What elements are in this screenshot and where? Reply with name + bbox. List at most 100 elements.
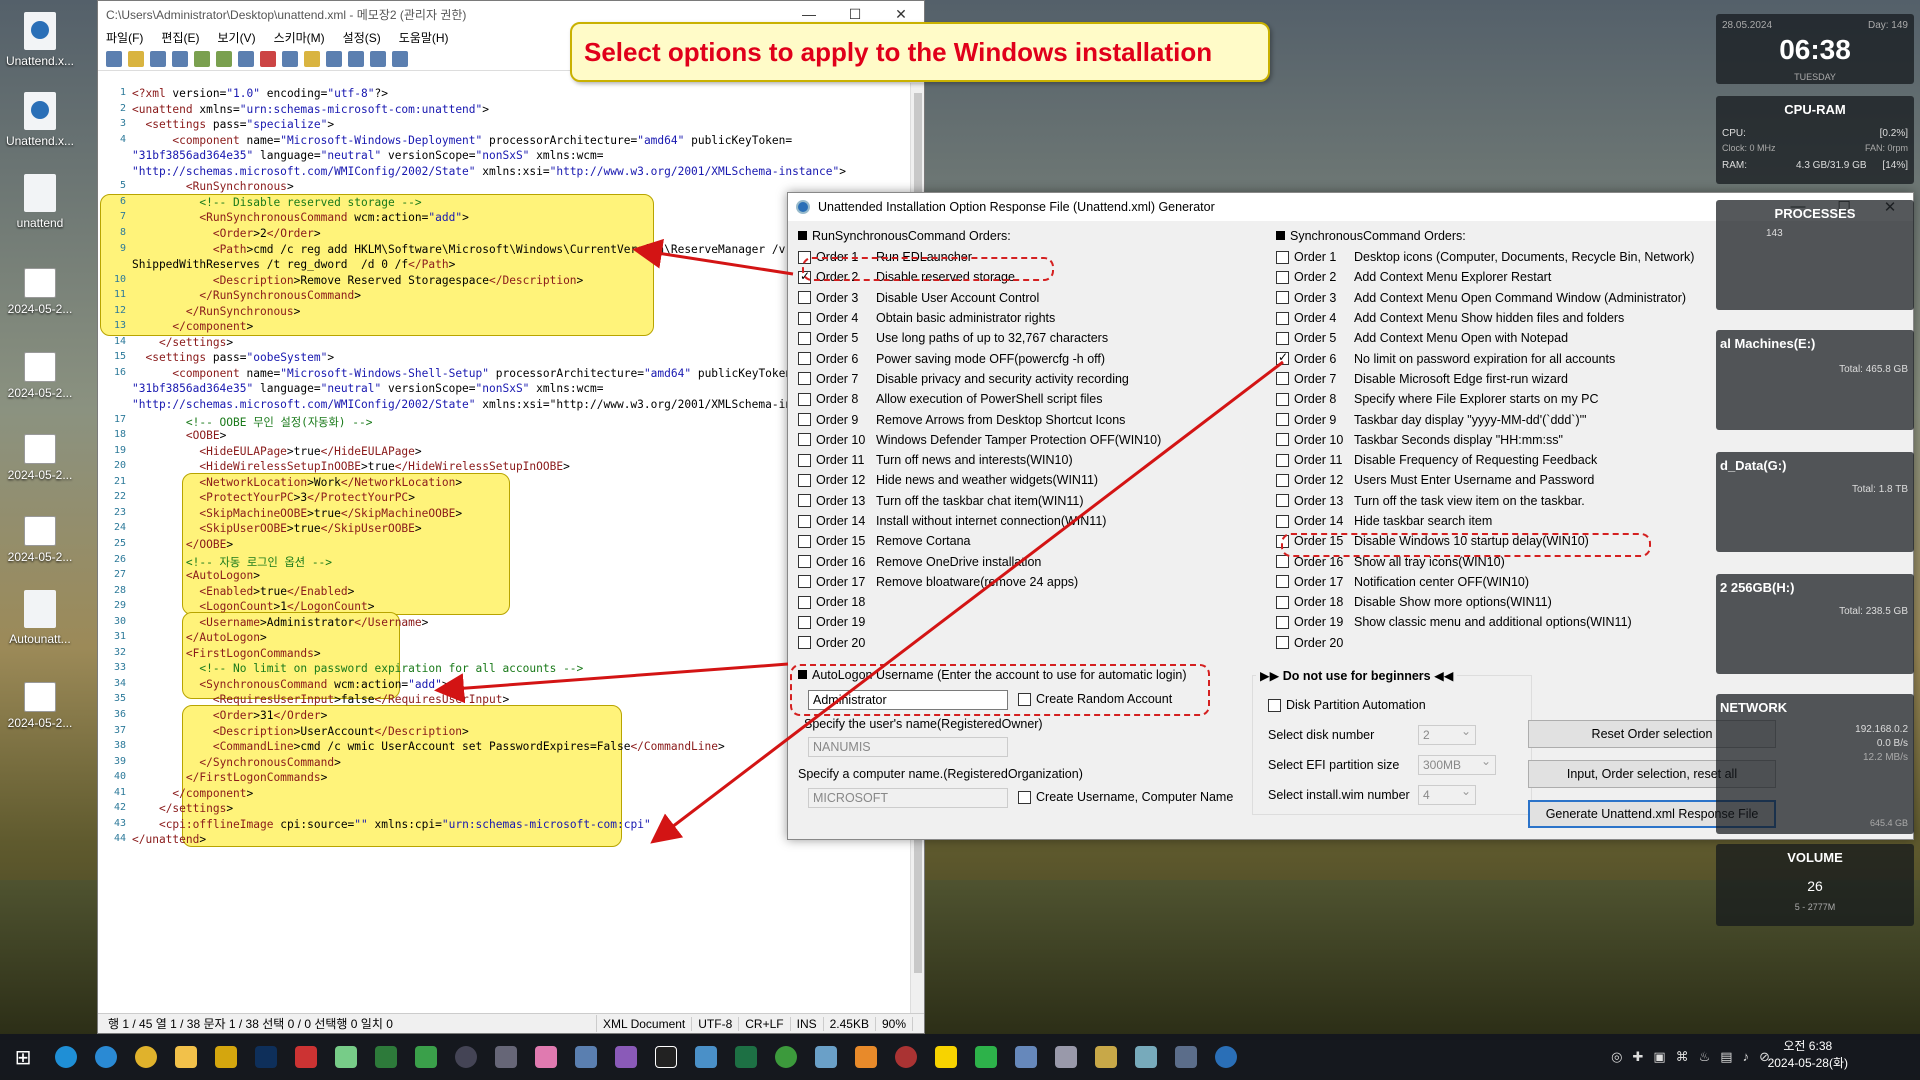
delete-icon[interactable] <box>260 50 276 67</box>
checkbox-icon[interactable] <box>798 534 811 548</box>
checkbox-icon[interactable] <box>798 331 811 345</box>
owner-input[interactable] <box>808 737 1008 757</box>
taskbar-app7[interactable] <box>486 1034 526 1080</box>
taskbar-app16[interactable] <box>886 1034 926 1080</box>
checkbox-icon[interactable] <box>1276 270 1289 284</box>
left-order-row[interactable]: Order 13 Turn off the taskbar chat item(W… <box>798 491 1258 511</box>
taskbar-app4[interactable] <box>366 1034 406 1080</box>
start-button[interactable]: ⊞ <box>0 1034 46 1080</box>
menu-settings[interactable]: 설정(S) <box>343 29 381 46</box>
find-icon[interactable] <box>326 50 342 67</box>
checkbox-icon[interactable] <box>798 372 811 386</box>
left-order-row[interactable]: Order 18 <box>798 592 1258 612</box>
taskbar-app15[interactable] <box>846 1034 886 1080</box>
maximize-icon[interactable]: ☐ <box>832 6 878 23</box>
desktop-icon-screenshot-4[interactable]: 2024-05-2... <box>0 516 80 564</box>
checkbox-icon[interactable] <box>1276 372 1289 386</box>
checkbox-icon[interactable] <box>1276 636 1289 650</box>
tray-app-icon[interactable]: ◎ <box>1611 1049 1622 1065</box>
left-order-row[interactable]: Order 5 Use long paths of up to 32,767 ch… <box>798 328 1258 348</box>
checkbox-icon[interactable] <box>798 494 811 508</box>
desktop-icon-unattend-2[interactable]: Unattend.x... <box>0 92 80 148</box>
checkbox-icon[interactable] <box>1276 473 1289 487</box>
taskbar-generator[interactable] <box>1206 1034 1246 1080</box>
taskbar-app6[interactable] <box>446 1034 486 1080</box>
left-order-row[interactable]: Order 17 Remove bloatware(remove 24 apps) <box>798 572 1258 592</box>
checkbox-icon[interactable] <box>1276 350 1289 366</box>
taskbar-app19[interactable] <box>1046 1034 1086 1080</box>
left-order-row[interactable]: Order 12 Hide news and weather widgets(WI… <box>798 470 1258 490</box>
menu-help[interactable]: 도움말(H) <box>399 29 449 46</box>
taskbar-app5[interactable] <box>406 1034 446 1080</box>
checkbox-icon[interactable] <box>798 433 811 447</box>
tray-app-icon[interactable]: ⌘ <box>1676 1049 1689 1065</box>
left-order-row[interactable]: Order 10 Windows Defender Tamper Protecti… <box>798 430 1258 450</box>
left-order-row[interactable]: Order 8 Allow execution of PowerShell scr… <box>798 389 1258 409</box>
taskbar-app13[interactable] <box>766 1034 806 1080</box>
checkbox-icon[interactable] <box>1276 250 1289 264</box>
checkbox-icon[interactable] <box>1276 291 1289 305</box>
taskbar-excel[interactable] <box>726 1034 766 1080</box>
taskbar-app2[interactable] <box>286 1034 326 1080</box>
taskbar-app8[interactable] <box>526 1034 566 1080</box>
taskbar-edge[interactable] <box>46 1034 86 1080</box>
redo-icon[interactable] <box>216 50 232 67</box>
tray-app-icon[interactable]: ✚ <box>1632 1049 1643 1065</box>
network-icon[interactable]: ▤ <box>1720 1049 1732 1065</box>
left-order-row[interactable]: Order 16 Remove OneDrive installation <box>798 551 1258 571</box>
desktop-icon-screenshot-3[interactable]: 2024-05-2... <box>0 434 80 482</box>
desktop-icon-unattend-1[interactable]: Unattend.x... <box>0 12 80 68</box>
taskbar-app21[interactable] <box>1126 1034 1166 1080</box>
disk-automation-checkbox[interactable]: Disk Partition Automation <box>1268 698 1426 712</box>
left-order-row[interactable]: Order 15 Remove Cortana <box>798 531 1258 551</box>
autologon-username-input[interactable] <box>808 690 1008 710</box>
taskbar-chrome[interactable] <box>126 1034 166 1080</box>
taskbar-app1[interactable] <box>206 1034 246 1080</box>
desktop-icon-screenshot-5[interactable]: 2024-05-2... <box>0 682 80 730</box>
desktop-icon-unattend-xml[interactable]: unattend <box>0 174 80 230</box>
open-icon[interactable] <box>128 50 144 67</box>
list-icon[interactable] <box>392 50 408 67</box>
taskbar-photoshop[interactable] <box>246 1034 286 1080</box>
save-icon[interactable] <box>150 50 166 67</box>
efi-size-select[interactable]: 300MB <box>1418 754 1496 775</box>
checkbox-icon[interactable] <box>1276 413 1289 427</box>
left-order-row[interactable]: Order 19 <box>798 612 1258 632</box>
checkbox-icon[interactable] <box>1276 433 1289 447</box>
left-order-row[interactable]: Order 4 Obtain basic administrator rights <box>798 308 1258 328</box>
checkbox-icon[interactable] <box>798 636 811 650</box>
checkbox-icon[interactable] <box>798 413 811 427</box>
paste-icon[interactable] <box>304 50 320 67</box>
checkbox-icon[interactable] <box>798 311 811 325</box>
checkbox-icon[interactable] <box>798 392 811 406</box>
left-order-row[interactable]: Order 9 Remove Arrows from Desktop Shortc… <box>798 409 1258 429</box>
desktop-icon-screenshot-2[interactable]: 2024-05-2... <box>0 352 80 400</box>
copy-icon[interactable] <box>282 50 298 67</box>
undo-icon[interactable] <box>194 50 210 67</box>
checkbox-icon[interactable] <box>1276 514 1289 528</box>
taskbar-ie[interactable] <box>86 1034 126 1080</box>
taskbar-app22[interactable] <box>1166 1034 1206 1080</box>
checkbox-icon[interactable] <box>1276 331 1289 345</box>
taskbar-app11[interactable] <box>646 1034 686 1080</box>
taskbar-app18[interactable] <box>1006 1034 1046 1080</box>
checkbox-icon[interactable] <box>1276 615 1289 629</box>
checkbox-icon[interactable] <box>1276 453 1289 467</box>
checkbox-icon[interactable] <box>798 595 811 609</box>
close-icon[interactable]: ✕ <box>878 6 924 23</box>
checkbox-icon[interactable] <box>798 473 811 487</box>
left-order-row[interactable]: Order 3 Disable User Account Control <box>798 288 1258 308</box>
left-order-row[interactable]: Order 20 <box>798 633 1258 653</box>
checkbox-icon[interactable] <box>1276 595 1289 609</box>
taskbar-app12[interactable] <box>686 1034 726 1080</box>
taskbar-kakaotalk[interactable] <box>926 1034 966 1080</box>
taskbar-clock[interactable]: 오전 6:38 2024-05-28(화) <box>1768 1038 1848 1072</box>
taskbar-app9[interactable] <box>566 1034 606 1080</box>
left-order-row[interactable]: Order 6 Power saving mode OFF(powercfg -h… <box>798 348 1258 368</box>
taskbar-app3[interactable] <box>326 1034 366 1080</box>
menu-file[interactable]: 파일(F) <box>106 29 143 46</box>
checkbox-icon[interactable] <box>1276 311 1289 325</box>
tray-app-icon[interactable]: ▣ <box>1653 1049 1665 1065</box>
menu-view[interactable]: 보기(V) <box>217 29 255 46</box>
checkbox-icon[interactable] <box>798 352 811 366</box>
